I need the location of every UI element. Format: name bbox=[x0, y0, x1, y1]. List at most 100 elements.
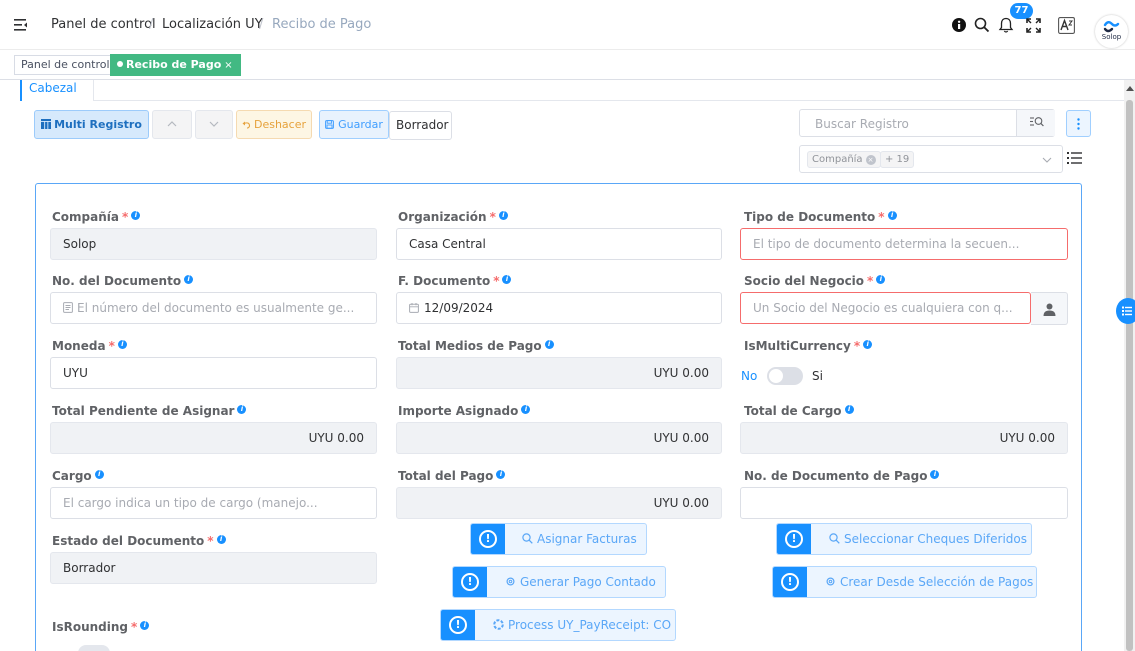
hamburger-icon[interactable] bbox=[14, 19, 27, 31]
gear-icon bbox=[826, 577, 835, 586]
search-icon[interactable] bbox=[974, 17, 990, 33]
seleccionar-cheques-button[interactable]: ! Seleccionar Cheques Diferidos bbox=[776, 523, 1032, 555]
breadcrumb-home[interactable]: Panel de control bbox=[51, 17, 156, 32]
f-documento-value: 12/09/2024 bbox=[424, 301, 494, 315]
gear-icon bbox=[506, 577, 515, 586]
info-icon[interactable]: i bbox=[930, 470, 940, 479]
label-text: No. del Documento bbox=[52, 274, 182, 288]
info-icon[interactable]: i bbox=[863, 340, 873, 349]
label-text: Total de Cargo bbox=[744, 404, 842, 418]
organizacion-value: Casa Central bbox=[409, 237, 486, 251]
required-mark: * bbox=[108, 339, 115, 353]
list-options-icon[interactable] bbox=[1067, 151, 1082, 165]
info-icon[interactable]: i bbox=[496, 470, 506, 479]
filter-chip-compania[interactable]: Compañía × bbox=[807, 151, 881, 168]
info-icon[interactable]: i bbox=[184, 275, 194, 284]
chip-close-icon[interactable]: × bbox=[865, 155, 876, 165]
info-icon[interactable]: i bbox=[131, 211, 141, 220]
chevron-down-icon bbox=[209, 121, 219, 127]
search-icon bbox=[522, 533, 533, 544]
tab-cabezal[interactable]: Cabezal bbox=[20, 80, 94, 101]
info-icon[interactable] bbox=[952, 18, 966, 32]
more-options-button[interactable] bbox=[1066, 110, 1091, 137]
info-icon[interactable]: i bbox=[117, 340, 127, 349]
label-total-pendiente: Total Pendiente de Asignar i bbox=[52, 404, 247, 418]
crear-desde-seleccion-button[interactable]: ! Crear Desde Selección de Pagos bbox=[772, 566, 1037, 598]
info-icon[interactable]: i bbox=[498, 211, 508, 220]
process-button[interactable]: ! Process UY_PayReceipt: CO bbox=[440, 609, 676, 641]
record-search[interactable]: Buscar Registro bbox=[799, 109, 1055, 137]
previous-record-button[interactable] bbox=[152, 110, 192, 139]
label-text: Compañía bbox=[52, 210, 119, 224]
search-list-icon bbox=[1030, 117, 1044, 127]
info-icon[interactable]: i bbox=[521, 405, 531, 414]
total-pago-value: UYU 0.00 bbox=[653, 496, 709, 510]
info-icon[interactable]: i bbox=[237, 405, 247, 414]
next-record-button[interactable] bbox=[195, 110, 233, 139]
required-mark: * bbox=[122, 210, 129, 224]
process-label: Process UY_PayReceipt: CO bbox=[493, 610, 671, 640]
scrollbar-thumb[interactable] bbox=[1126, 100, 1133, 651]
estado-documento-field: Borrador bbox=[50, 552, 377, 584]
floating-panel-button[interactable] bbox=[1116, 298, 1135, 324]
info-icon[interactable]: i bbox=[216, 535, 226, 544]
fullscreen-icon[interactable] bbox=[1026, 18, 1041, 33]
tags-view: Panel de control Recibo de Pago × bbox=[0, 50, 1135, 80]
field-filter-select[interactable]: Compañía × + 19 bbox=[799, 145, 1063, 173]
socio-negocio-search-button[interactable] bbox=[1031, 292, 1068, 325]
info-icon[interactable]: i bbox=[94, 470, 104, 479]
total-medios-pago-value: UYU 0.00 bbox=[653, 366, 709, 380]
required-mark: * bbox=[493, 274, 500, 288]
no-doc-pago-field[interactable] bbox=[740, 487, 1068, 519]
bell-icon[interactable] bbox=[998, 17, 1014, 34]
info-icon[interactable]: i bbox=[876, 275, 886, 284]
tab-label: Panel de control bbox=[21, 58, 110, 71]
undo-button[interactable]: Deshacer bbox=[236, 110, 312, 139]
tab-recibo-de-pago[interactable]: Recibo de Pago × bbox=[110, 54, 241, 76]
generar-pago-text: Generar Pago Contado bbox=[520, 575, 656, 589]
is-rounding-switch[interactable] bbox=[78, 645, 110, 651]
active-dot-icon bbox=[117, 61, 123, 67]
socio-negocio-field[interactable]: Un Socio del Negocio es cualquiera con q… bbox=[740, 292, 1031, 324]
search-button[interactable] bbox=[1016, 110, 1055, 136]
compania-field: Solop bbox=[50, 228, 377, 260]
label-text: IsRounding bbox=[52, 620, 129, 634]
breadcrumb-localizacion[interactable]: Localización UY bbox=[162, 17, 263, 32]
scroll-up-icon[interactable] bbox=[1126, 86, 1134, 91]
asignar-facturas-button[interactable]: ! Asignar Facturas bbox=[470, 523, 647, 555]
seleccionar-cheques-label: Seleccionar Cheques Diferidos bbox=[829, 524, 1027, 554]
text-size-icon[interactable] bbox=[1058, 17, 1075, 34]
tab-panel-de-control[interactable]: Panel de control bbox=[14, 55, 117, 75]
info-icon[interactable]: i bbox=[502, 275, 512, 284]
save-button[interactable]: Guardar bbox=[319, 110, 389, 139]
close-icon[interactable]: × bbox=[224, 60, 232, 71]
info-icon[interactable]: i bbox=[140, 621, 150, 630]
vertical-scrollbar[interactable] bbox=[1124, 80, 1135, 651]
info-icon[interactable]: i bbox=[544, 340, 554, 349]
undo-label: Deshacer bbox=[253, 118, 307, 131]
save-icon bbox=[325, 120, 334, 129]
multi-registro-button[interactable]: Multi Registro bbox=[34, 110, 149, 139]
organizacion-field[interactable]: Casa Central bbox=[396, 228, 722, 260]
crear-desde-label: Crear Desde Selección de Pagos bbox=[825, 567, 1033, 597]
f-documento-date-picker[interactable]: 12/09/2024 bbox=[396, 292, 722, 324]
label-total-cargo: Total de Cargo i bbox=[744, 404, 854, 418]
no-documento-placeholder: El número del documento es usualmente ge… bbox=[77, 301, 355, 315]
avatar[interactable]: Solop bbox=[1095, 15, 1128, 48]
info-icon[interactable]: i bbox=[887, 211, 897, 220]
filter-chip-more: + 19 bbox=[880, 151, 915, 168]
search-input[interactable]: Buscar Registro bbox=[815, 117, 909, 131]
asignar-facturas-label: Asignar Facturas bbox=[522, 524, 637, 554]
info-icon[interactable]: i bbox=[844, 405, 854, 414]
tipo-documento-field[interactable]: El tipo de documento determina la secuen… bbox=[740, 228, 1068, 260]
generar-pago-contado-button[interactable]: ! Generar Pago Contado bbox=[452, 566, 666, 598]
moneda-field[interactable]: UYU bbox=[50, 357, 377, 389]
is-multi-currency-switch[interactable] bbox=[767, 367, 803, 385]
no-documento-field[interactable]: El número del documento es usualmente ge… bbox=[50, 292, 377, 324]
label-no-doc-pago: No. de Documento de Pago i bbox=[744, 469, 940, 483]
top-bar: Panel de control / Localización UY / Rec… bbox=[0, 0, 1135, 50]
chevron-down-icon[interactable] bbox=[1042, 157, 1052, 163]
crear-desde-text: Crear Desde Selección de Pagos bbox=[840, 575, 1034, 589]
cargo-field[interactable]: El cargo indica un tipo de cargo (manejo… bbox=[50, 487, 377, 519]
label-text: Moneda bbox=[52, 339, 106, 353]
